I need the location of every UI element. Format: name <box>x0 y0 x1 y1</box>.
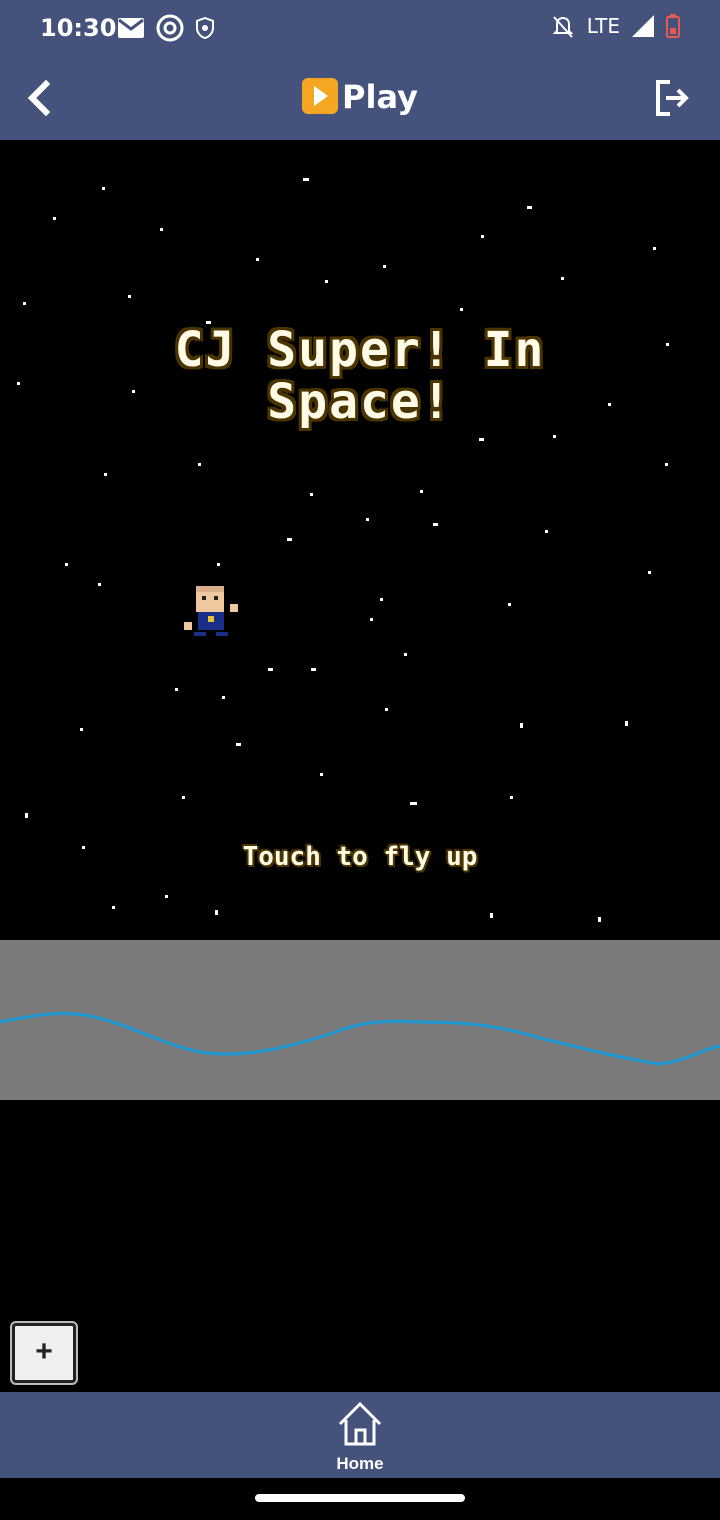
network-type: LTE <box>586 14 620 38</box>
zoom-in-button[interactable]: + <box>10 1321 78 1385</box>
astronaut-character <box>184 586 238 636</box>
bell-off-icon <box>552 16 574 38</box>
star <box>383 265 386 268</box>
star <box>325 280 328 283</box>
star <box>65 563 68 566</box>
game-title-line-2: Space! <box>267 374 453 430</box>
star <box>217 563 220 566</box>
game-title-line-1: CJ Super! In <box>174 322 546 378</box>
exit-icon[interactable] <box>652 78 692 118</box>
star <box>311 668 316 671</box>
star <box>53 217 56 220</box>
star <box>545 530 548 533</box>
star <box>527 206 532 209</box>
star <box>268 668 273 671</box>
play-icon <box>302 78 339 114</box>
at-sign-icon <box>156 14 184 42</box>
star <box>128 295 131 298</box>
star <box>460 308 463 311</box>
star <box>481 235 484 238</box>
game-canvas[interactable]: CJ Super! In Space! Touch to fly up <box>0 140 720 940</box>
home-label[interactable]: Home <box>0 1454 720 1474</box>
page-title-text: Play <box>342 78 418 116</box>
star <box>665 463 668 466</box>
star <box>98 583 101 586</box>
status-system-icons: LTE <box>551 14 680 38</box>
star <box>236 743 241 746</box>
bottom-nav: Home <box>0 1392 720 1478</box>
star <box>479 438 484 441</box>
touch-hint: Touch to fly up <box>242 842 478 872</box>
star <box>222 696 225 699</box>
status-time: 10:30 <box>40 14 117 42</box>
star <box>112 906 115 909</box>
home-icon[interactable] <box>336 1400 384 1448</box>
ground-strip <box>0 940 720 1100</box>
battery-low-icon <box>666 14 680 38</box>
star <box>370 618 373 621</box>
star <box>625 721 628 726</box>
star <box>256 258 259 261</box>
mail-icon <box>118 18 144 38</box>
game-title: CJ Super! In Space! <box>0 324 720 428</box>
star <box>320 773 323 776</box>
app-bar: Play <box>0 56 720 140</box>
wave-line <box>0 1012 720 1066</box>
star <box>380 598 383 601</box>
star <box>198 463 201 466</box>
status-bar: 10:30 LTE <box>0 0 720 56</box>
star <box>553 435 556 438</box>
star <box>598 917 601 922</box>
star <box>23 302 26 305</box>
star <box>175 688 178 691</box>
star <box>215 910 218 915</box>
star <box>490 913 493 918</box>
star <box>102 187 105 190</box>
star <box>410 802 417 805</box>
star <box>80 728 83 731</box>
gesture-bar[interactable] <box>255 1494 465 1502</box>
star <box>520 723 523 728</box>
star <box>165 895 168 898</box>
status-notification-icons <box>118 14 214 42</box>
star <box>420 490 423 493</box>
star <box>508 603 511 606</box>
star <box>303 178 309 181</box>
empty-area <box>0 1100 720 1392</box>
star <box>561 277 564 280</box>
star <box>653 247 656 250</box>
star <box>25 813 28 818</box>
star <box>287 538 292 541</box>
star <box>104 473 107 476</box>
page-title: Play <box>0 78 720 117</box>
star <box>310 493 313 496</box>
gesture-area <box>0 1478 720 1520</box>
shield-icon <box>196 17 214 39</box>
signal-icon <box>632 15 654 37</box>
star <box>404 653 407 656</box>
star <box>160 228 163 231</box>
star <box>433 523 438 526</box>
star <box>182 796 185 799</box>
star <box>366 518 369 521</box>
star <box>648 571 651 574</box>
star <box>510 796 513 799</box>
star <box>385 708 388 711</box>
